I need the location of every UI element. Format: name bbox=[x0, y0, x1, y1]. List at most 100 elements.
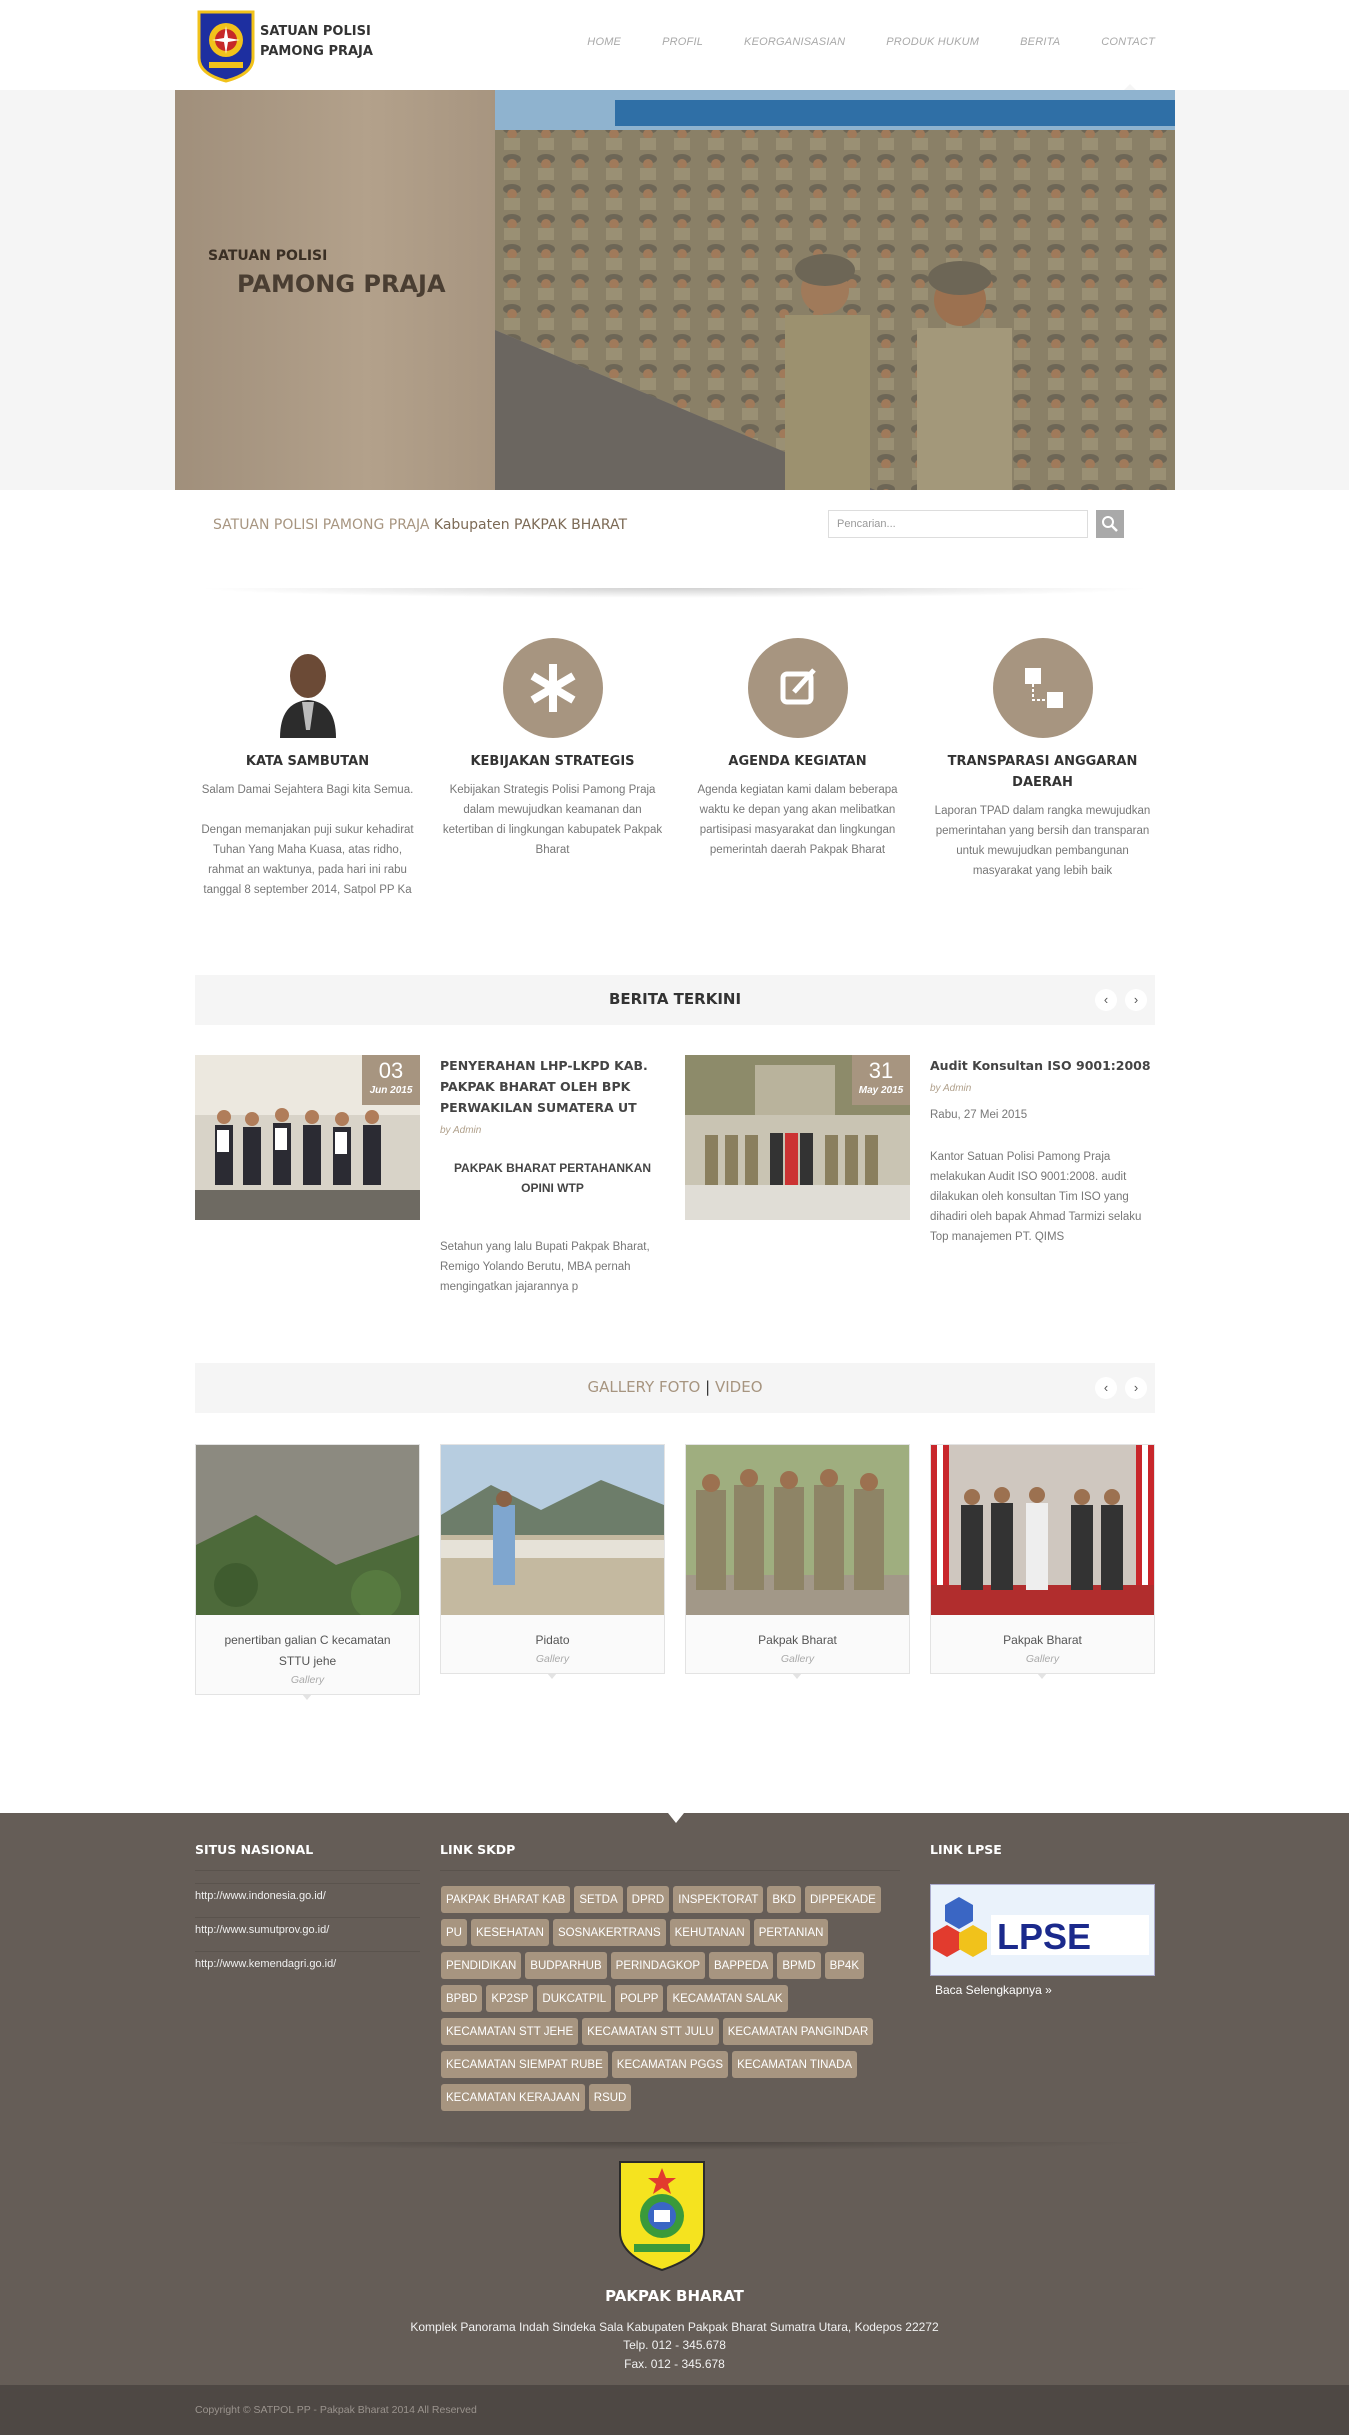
footer-link[interactable]: http://www.indonesia.go.id/ bbox=[195, 1883, 420, 1908]
nav-berita[interactable]: BERITA bbox=[1020, 36, 1060, 48]
header: SATUAN POLISI PAMONG PRAJA HOME PROFIL K… bbox=[0, 0, 1349, 90]
gallery-item[interactable]: Pakpak Bharat Gallery bbox=[685, 1444, 910, 1679]
feature-title: KEBIJAKAN STRATEGIS bbox=[470, 754, 635, 769]
nav-contact[interactable]: CONTACT bbox=[1101, 36, 1155, 48]
lpse-logo: LPSE bbox=[931, 1885, 1154, 1975]
footer-link[interactable]: http://www.sumutprov.go.id/ bbox=[195, 1917, 420, 1942]
gallery-pointer bbox=[302, 1694, 312, 1700]
gallery-item[interactable]: penertiban galian C kecamatan STTU jehe … bbox=[195, 1444, 420, 1700]
skpd-tag[interactable]: PAKPAK BHARAT KAB bbox=[441, 1886, 571, 1913]
skpd-tag[interactable]: PERTANIAN bbox=[753, 1919, 829, 1946]
tagline-part-1: SATUAN POLISI PAMONG PRAJA bbox=[213, 517, 430, 533]
skpd-tag[interactable]: SETDA bbox=[574, 1886, 623, 1913]
skpd-tag[interactable]: KECAMATAN SIEMPAT RUBE bbox=[441, 2051, 608, 2078]
feature-icon-circle[interactable] bbox=[747, 638, 848, 738]
gallery-pointer bbox=[1037, 1673, 1047, 1679]
footer-notch bbox=[668, 1813, 684, 1823]
skpd-tag[interactable]: BPMD bbox=[777, 1952, 821, 1979]
skpd-tag[interactable]: BAPPEDA bbox=[709, 1952, 774, 1979]
nav-profil[interactable]: PROFIL bbox=[662, 36, 703, 48]
gallery-next-button[interactable]: › bbox=[1125, 1377, 1147, 1399]
gallery-section-header: GALLERY FOTO | VIDEO ‹ › bbox=[195, 1363, 1155, 1413]
skpd-tag[interactable]: KECAMATAN SALAK bbox=[667, 1985, 788, 2012]
search-input[interactable]: Pencarian... bbox=[828, 510, 1088, 538]
feature-icon-circle[interactable] bbox=[992, 638, 1093, 738]
skpd-tag[interactable]: PERINDAGKOP bbox=[610, 1952, 706, 1979]
gallery-section-title: GALLERY FOTO | VIDEO bbox=[195, 1378, 1155, 1396]
skpd-tag[interactable]: DUKCATPIL bbox=[537, 1985, 612, 2012]
news-month: May 2015 bbox=[858, 1085, 904, 1096]
feature-icon-circle[interactable] bbox=[502, 638, 603, 738]
gallery-photo bbox=[686, 1445, 909, 1615]
footer-fax: Fax. 012 - 345.678 bbox=[624, 2357, 725, 2371]
news-subtitle: PAKPAK BHARAT PERTAHANKAN OPINI WTP bbox=[453, 1161, 652, 1195]
feature-title: TRANSPARASI ANGGARAN DAERAH bbox=[947, 754, 1138, 790]
person-icon[interactable] bbox=[258, 638, 358, 738]
gallery-caption: Pakpak Bharat bbox=[758, 1633, 837, 1647]
tagline-part-2: Kabupaten PAKPAK BHARAT bbox=[433, 517, 628, 533]
news-author: by Admin bbox=[930, 1083, 972, 1094]
news-prev-button[interactable]: ‹ bbox=[1095, 989, 1117, 1011]
footer-divider bbox=[195, 2142, 1155, 2150]
skpd-tag[interactable]: INSPEKTORAT bbox=[673, 1886, 764, 1913]
site-brand[interactable]: SATUAN POLISI PAMONG PRAJA bbox=[260, 22, 373, 62]
gallery-pointer bbox=[547, 1673, 557, 1679]
gallery-video-tab[interactable]: VIDEO bbox=[715, 1378, 763, 1396]
skpd-tag[interactable]: PU bbox=[441, 1919, 467, 1946]
skpd-tag[interactable]: SOSNAKERTRANS bbox=[552, 1919, 666, 1946]
gallery-item[interactable]: Pidato Gallery bbox=[440, 1444, 665, 1679]
skpd-tag[interactable]: KECAMATAN PGGS bbox=[611, 2051, 729, 2078]
skpd-tag[interactable]: KECAMATAN STT JULU bbox=[582, 2018, 719, 2045]
skpd-tag[interactable]: BKD bbox=[767, 1886, 801, 1913]
sitemap-icon bbox=[1024, 668, 1063, 708]
skpd-tag[interactable]: DPRD bbox=[626, 1886, 670, 1913]
gallery-item[interactable]: Pakpak Bharat Gallery bbox=[930, 1444, 1155, 1679]
footer-link[interactable]: http://www.kemendagri.go.id/ bbox=[195, 1951, 420, 1976]
skpd-tag[interactable]: BPBD bbox=[441, 1985, 483, 2012]
gallery-pointer bbox=[792, 1673, 802, 1679]
feature-text: Kebijakan Strategis Polisi Pamong Praja … bbox=[442, 784, 663, 856]
skpd-tag[interactable]: BP4K bbox=[824, 1952, 864, 1979]
skpd-tag[interactable]: KP2SP bbox=[486, 1985, 534, 2012]
nav-keorganisasian[interactable]: KEORGANISASIAN bbox=[744, 36, 845, 48]
gallery-prev-button[interactable]: ‹ bbox=[1095, 1377, 1117, 1399]
skpd-tag[interactable]: KECAMATAN PANGINDAR bbox=[722, 2018, 874, 2045]
gallery-caption: penertiban galian C kecamatan STTU jehe bbox=[224, 1633, 391, 1668]
gallery-caption: Pakpak Bharat bbox=[1003, 1633, 1082, 1647]
skpd-tag-cloud: PAKPAK BHARAT KAB SETDA DPRD INSPEKTORAT… bbox=[441, 1886, 901, 2117]
nav-produk-hukum[interactable]: PRODUK HUKUM bbox=[886, 36, 979, 48]
brand-line-2: PAMONG PRAJA bbox=[260, 44, 373, 59]
gallery-category[interactable]: Gallery bbox=[196, 1672, 419, 1694]
section-divider bbox=[195, 588, 1155, 598]
skpd-tag[interactable]: KECAMATAN STT JEHE bbox=[441, 2018, 579, 2045]
lpse-banner[interactable]: LPSE bbox=[930, 1884, 1155, 1976]
title-separator: | bbox=[705, 1378, 711, 1396]
skpd-tag[interactable]: KESEHATAN bbox=[470, 1919, 549, 1946]
news-day: 03 bbox=[378, 1058, 404, 1083]
read-more-link[interactable]: Baca Selengkapnya » bbox=[935, 1983, 1052, 1997]
news-title[interactable]: PENYERAHAN LHP-LKPD KAB. PAKPAK BHARAT O… bbox=[440, 1055, 650, 1118]
skpd-tag[interactable]: DIPPEKADE bbox=[805, 1886, 881, 1913]
nav-home[interactable]: HOME bbox=[587, 36, 621, 48]
satpol-logo[interactable] bbox=[195, 8, 257, 83]
search-button[interactable] bbox=[1096, 510, 1124, 538]
news-title[interactable]: Audit Konsultan ISO 9001:2008 bbox=[930, 1055, 1155, 1076]
news-next-button[interactable]: › bbox=[1125, 989, 1147, 1011]
skpd-tag[interactable]: KECAMATAN KERAJAAN bbox=[441, 2084, 585, 2111]
skpd-tag[interactable]: POLPP bbox=[615, 1985, 664, 2012]
skpd-tag[interactable]: PENDIDIKAN bbox=[441, 1952, 522, 1979]
news-thumbnail[interactable]: 03 Jun 2015 bbox=[195, 1055, 420, 1220]
gallery-category[interactable]: Gallery bbox=[441, 1651, 664, 1673]
feature-title: AGENDA KEGIATAN bbox=[728, 754, 867, 769]
feature-transparasi-anggaran: TRANSPARASI ANGGARAN DAERAH Laporan TPAD… bbox=[930, 638, 1155, 881]
gallery-category[interactable]: Gallery bbox=[686, 1651, 909, 1673]
skpd-tag[interactable]: RSUD bbox=[588, 2084, 632, 2111]
lpse-text: LPSE bbox=[997, 1916, 1091, 1957]
skpd-tag[interactable]: KECAMATAN TINADA bbox=[732, 2051, 858, 2078]
skpd-tag[interactable]: BUDPARHUB bbox=[525, 1952, 607, 1979]
gallery-foto-tab[interactable]: GALLERY FOTO bbox=[587, 1378, 700, 1396]
news-thumbnail[interactable]: 31 May 2015 bbox=[685, 1055, 910, 1220]
news-date-badge: 03 Jun 2015 bbox=[362, 1055, 420, 1105]
gallery-category[interactable]: Gallery bbox=[931, 1651, 1154, 1673]
skpd-tag[interactable]: KEHUTANAN bbox=[669, 1919, 750, 1946]
